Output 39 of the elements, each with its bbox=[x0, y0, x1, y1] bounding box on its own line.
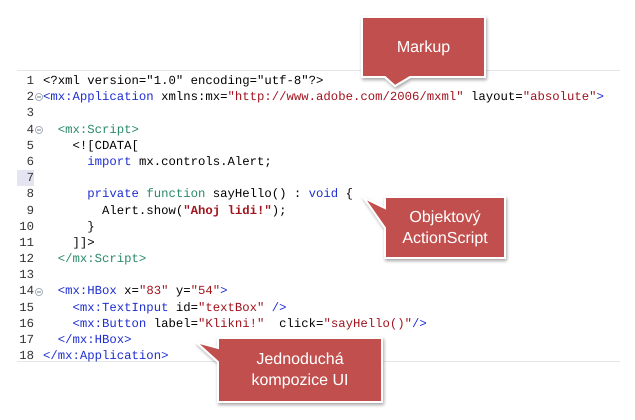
code-line: <mx:HBox x="83" y="54"> bbox=[56, 283, 228, 300]
code-line: </mx:Script> bbox=[56, 251, 146, 268]
code-line: <?xml version="1.0" encoding="utf-8"?> bbox=[43, 73, 324, 90]
callout-text: Jednoduchá kompozice UI bbox=[250, 350, 350, 391]
line-number: 5 bbox=[26, 138, 34, 154]
line-number: 3 bbox=[26, 105, 34, 122]
line-number: 2 bbox=[26, 89, 34, 106]
code-line: </mx:Application> bbox=[43, 348, 168, 364]
line-number: 7 bbox=[17, 170, 34, 186]
line-number: 12 bbox=[18, 251, 34, 268]
line-number: 1 bbox=[26, 73, 34, 90]
code-line: private function sayHello() : void { bbox=[86, 186, 353, 202]
line-number: 6 bbox=[26, 154, 34, 170]
code-line: } bbox=[86, 218, 95, 235]
line-number: 9 bbox=[26, 202, 34, 219]
collapse-icon[interactable] bbox=[34, 93, 42, 102]
code-line: Alert.show("Ahoj lidi!"); bbox=[101, 202, 287, 219]
line-number: 11 bbox=[18, 234, 34, 252]
code-line: <mx:TextInput id="textBox" /> bbox=[72, 300, 287, 316]
line-number: 17 bbox=[18, 332, 34, 348]
line-number: 15 bbox=[18, 300, 34, 316]
line-number: 13 bbox=[18, 267, 34, 284]
code-line: import mx.controls.Alert; bbox=[86, 154, 272, 170]
collapse-icon[interactable] bbox=[34, 288, 42, 296]
collapse-icon[interactable] bbox=[34, 126, 42, 134]
line-number: 8 bbox=[26, 186, 34, 202]
code-line: <![CDATA[ bbox=[72, 138, 139, 154]
callout-text: Objektový ActionScript bbox=[401, 208, 489, 248]
callout-text: Markup bbox=[396, 38, 450, 58]
code-line: <mx:Button label="Klikni!" click="sayHello()"/> bbox=[72, 316, 427, 332]
line-number: 18 bbox=[18, 348, 34, 364]
code-line: </mx:HBox> bbox=[56, 332, 132, 348]
line-number: 14 bbox=[18, 283, 34, 300]
line-number: 4 bbox=[26, 122, 34, 138]
line-number: 16 bbox=[18, 316, 34, 332]
code-line: <mx:Script> bbox=[56, 122, 139, 138]
code-line: ]]> bbox=[72, 234, 95, 252]
line-number: 10 bbox=[18, 218, 34, 235]
code-line: <mx:Application xmlns:mx="http://www.adobe.com/2006/mxml" layout="absolute"> bbox=[43, 89, 604, 106]
